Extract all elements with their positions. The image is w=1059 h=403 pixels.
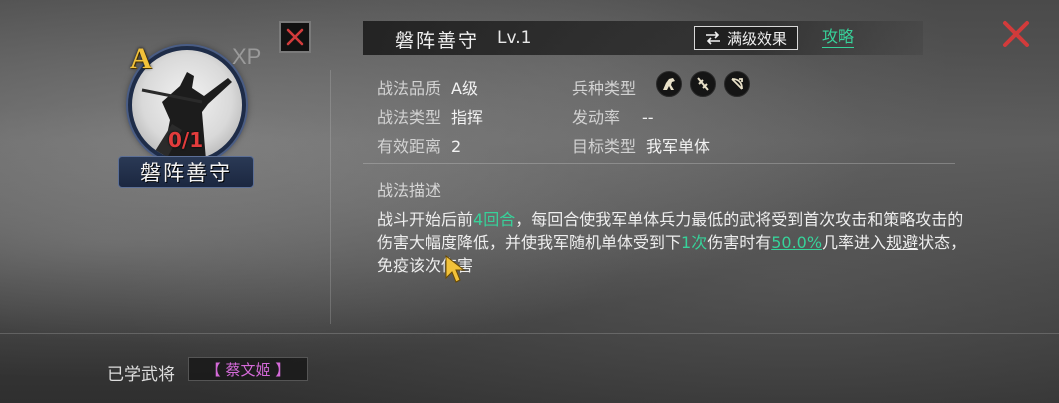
- target-value: 我军单体: [646, 137, 711, 156]
- description-title: 战法描述: [377, 181, 442, 200]
- desc-seg: 伤害时有: [707, 233, 772, 252]
- attr-range: 有效距离 2: [377, 133, 461, 157]
- target-label: 目标类型: [572, 137, 637, 156]
- type-value: 指挥: [451, 108, 484, 127]
- owned-count: 0/1: [168, 128, 204, 152]
- infantry-icon: [690, 71, 716, 97]
- mouse-cursor-icon: [445, 254, 466, 283]
- troop-label: 兵种类型: [572, 79, 637, 98]
- quality-value: A级: [451, 79, 478, 98]
- cavalry-icon: [656, 71, 682, 97]
- attr-quality: 战法品质 A级: [377, 75, 478, 99]
- guide-link[interactable]: 攻略: [822, 27, 855, 48]
- close-icon[interactable]: [279, 21, 311, 53]
- quality-label: 战法品质: [377, 79, 442, 98]
- description-text: 战斗开始后前4回合，每回合使我军单体兵力最低的武将受到首次攻击和策略攻击的伤害大…: [377, 208, 972, 277]
- range-label: 有效距离: [377, 137, 442, 156]
- desc-seg: 几率进入: [822, 233, 887, 252]
- desc-highlight-chance: 50.0%: [771, 233, 823, 252]
- attr-target: 目标类型 我军单体: [572, 133, 710, 157]
- desc-seg: 战斗开始后前: [377, 210, 474, 229]
- close-icon[interactable]: [1000, 18, 1032, 50]
- archer-icon: [724, 71, 750, 97]
- footer-divider: [0, 333, 1059, 334]
- skill-level: Lv.1: [497, 28, 532, 48]
- grade-letter: A: [130, 42, 152, 75]
- skill-title: 磐阵善守: [395, 30, 480, 52]
- skill-emblem: A XP 0/1 磐阵善守: [118, 38, 262, 188]
- rate-label: 发动率: [572, 108, 621, 127]
- attr-type: 战法类型 指挥: [377, 104, 483, 128]
- desc-term-dodge[interactable]: 规避: [886, 233, 918, 252]
- desc-highlight-rounds: 4回合: [473, 210, 516, 229]
- learned-general-tag[interactable]: 【 蔡文姬 】: [188, 357, 308, 381]
- skill-name-banner: 磐阵善守: [118, 156, 254, 188]
- type-label: 战法类型: [377, 108, 442, 127]
- vertical-divider: [330, 70, 331, 324]
- troop-icons: [656, 71, 750, 97]
- desc-highlight-times: 1次: [681, 233, 708, 252]
- attr-troop: 兵种类型: [572, 75, 636, 99]
- attr-rate: 发动率 --: [572, 104, 654, 128]
- swap-arrows-icon: [705, 31, 720, 45]
- section-divider: [363, 163, 955, 164]
- max-effect-button[interactable]: 满级效果: [694, 26, 798, 50]
- rate-value: --: [642, 108, 654, 127]
- range-value: 2: [451, 137, 462, 156]
- learned-generals-label: 已学武将: [107, 365, 175, 385]
- max-effect-label: 满级效果: [726, 29, 787, 48]
- xp-label: XP: [232, 44, 262, 69]
